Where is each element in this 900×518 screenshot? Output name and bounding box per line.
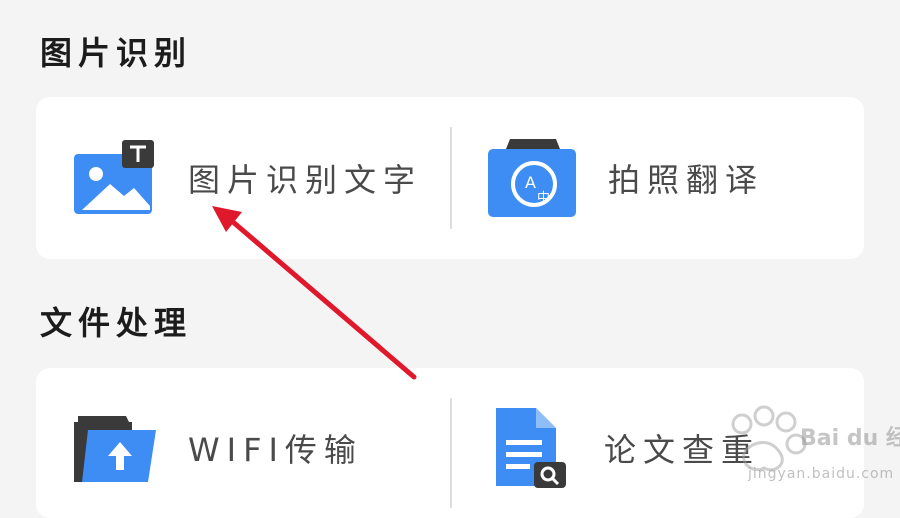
- card-divider: [450, 398, 452, 508]
- camera-translate-icon: A 中: [488, 139, 576, 217]
- image-recognition-card: 图片识别文字 A 中 拍照翻译: [36, 97, 864, 259]
- section-title-file-processing: 文件处理: [40, 304, 193, 342]
- image-text-icon: [74, 140, 154, 214]
- image-text-recognition-button[interactable]: 图片识别文字: [72, 140, 422, 216]
- item-label: 拍照翻译: [608, 161, 765, 199]
- item-label: 图片识别文字: [188, 161, 423, 199]
- camera-translate-button[interactable]: A 中 拍照翻译: [488, 137, 764, 219]
- svg-text:A: A: [525, 173, 536, 192]
- card-divider: [450, 127, 452, 229]
- section-title-image-recognition: 图片识别: [40, 34, 193, 72]
- wifi-transfer-folder-icon: [74, 416, 156, 482]
- watermark-brand: Bai du 经验: [800, 426, 900, 451]
- wifi-transfer-button[interactable]: WIFI传输: [72, 412, 363, 484]
- watermark-url: jingyan.baidu.com: [748, 466, 895, 482]
- document-search-icon: [496, 408, 566, 488]
- item-label: WIFI传输: [188, 431, 363, 469]
- svg-text:中: 中: [537, 191, 550, 206]
